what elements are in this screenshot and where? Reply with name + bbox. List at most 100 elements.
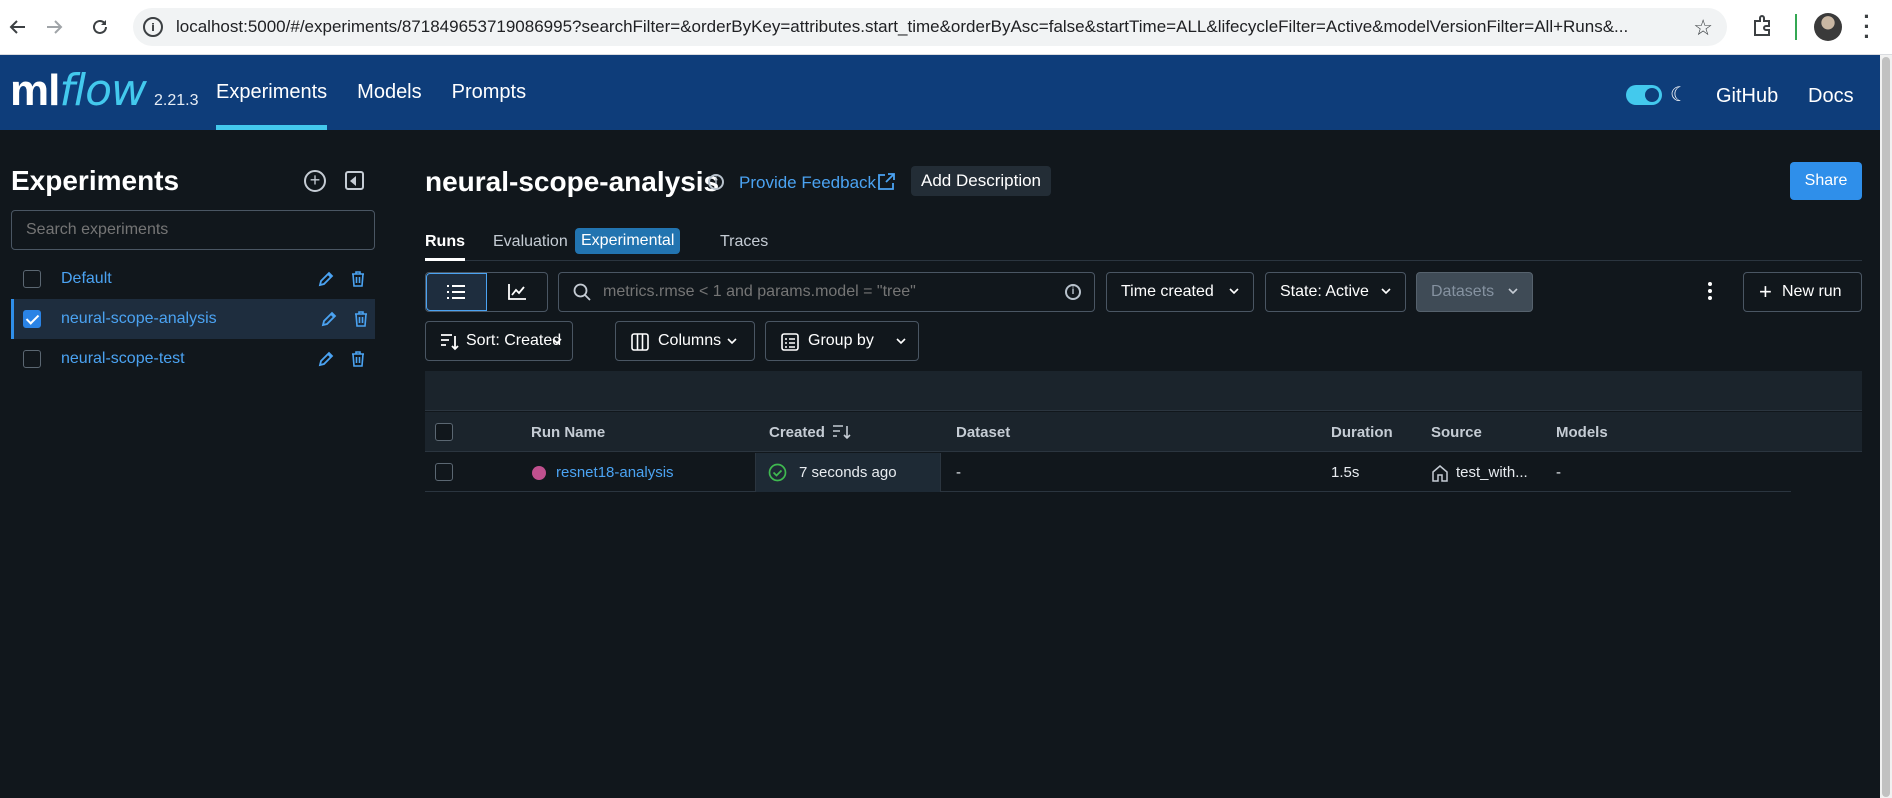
sidebar-item-default[interactable]: Default — [11, 259, 375, 299]
mlflow-logo[interactable]: ml flow 2.21.3 — [10, 65, 198, 116]
tab-evaluation[interactable]: Evaluation — [493, 233, 568, 261]
header-duration[interactable]: Duration — [1331, 424, 1393, 441]
edit-pencil-icon[interactable] — [316, 269, 336, 289]
page-scrollbar[interactable] — [1880, 55, 1892, 798]
scrollbar-thumb[interactable] — [1882, 57, 1890, 797]
share-button[interactable]: Share — [1790, 162, 1862, 200]
nav-models[interactable]: Models — [357, 55, 421, 130]
experiment-tabs: Runs Evaluation Experimental Traces — [425, 227, 1862, 261]
docs-link[interactable]: Docs — [1808, 85, 1854, 108]
created-time[interactable]: 7 seconds ago — [799, 464, 897, 481]
dropdown-label: State: Active — [1280, 283, 1369, 300]
run-color-dot[interactable] — [532, 466, 546, 480]
table-view-button[interactable] — [426, 273, 487, 311]
sort-icon — [441, 334, 459, 351]
main-content: neural-scope-analysis i Provide Feedback… — [425, 130, 1880, 798]
new-run-button[interactable]: + New run — [1743, 272, 1862, 312]
extensions-icon[interactable] — [1749, 13, 1775, 39]
columns-dropdown[interactable]: Columns — [615, 321, 755, 361]
url-text[interactable]: localhost:5000/#/experiments/87184965371… — [176, 17, 1666, 37]
dropdown-label: Time created — [1121, 283, 1214, 300]
source-cell[interactable]: test_with... — [1456, 464, 1528, 481]
datasets-dropdown[interactable]: Datasets — [1416, 272, 1533, 312]
group-icon — [781, 333, 799, 351]
header-models[interactable]: Models — [1556, 424, 1608, 441]
tab-runs[interactable]: Runs — [425, 233, 465, 261]
chart-view-button[interactable] — [487, 273, 547, 311]
sidebar-item-neural-scope-test[interactable]: neural-scope-test — [11, 339, 375, 379]
github-link[interactable]: GitHub — [1716, 85, 1778, 108]
search-experiments-input[interactable] — [11, 210, 375, 250]
sort-desc-icon[interactable] — [832, 424, 852, 440]
page-title: neural-scope-analysis — [425, 166, 720, 197]
table-group-header — [425, 371, 1862, 411]
nav-experiments[interactable]: Experiments — [216, 55, 328, 130]
info-icon[interactable]: i — [708, 174, 724, 190]
create-experiment-icon[interactable]: + — [304, 170, 326, 192]
logo-flow: flow — [59, 65, 147, 116]
version-label: 2.21.3 — [153, 92, 199, 109]
collapse-sidebar-icon[interactable] — [345, 171, 364, 190]
experiment-checkbox[interactable] — [23, 310, 41, 328]
sort-label: Sort: Created — [466, 332, 562, 349]
tab-traces[interactable]: Traces — [720, 233, 768, 261]
edit-pencil-icon[interactable] — [319, 309, 339, 329]
delete-trash-icon[interactable] — [348, 349, 368, 369]
delete-trash-icon[interactable] — [348, 269, 368, 289]
header-run-name[interactable]: Run Name — [531, 424, 605, 441]
logo-ml: ml — [10, 66, 60, 115]
sidebar-title: Experiments — [11, 165, 180, 196]
row-checkbox[interactable] — [435, 463, 453, 481]
dark-mode-toggle[interactable] — [1626, 85, 1662, 105]
header-source[interactable]: Source — [1431, 424, 1482, 441]
app-header: ml flow 2.21.3 Experiments Models Prompt… — [0, 55, 1880, 130]
profile-avatar[interactable] — [1814, 13, 1842, 41]
external-link-icon[interactable] — [876, 172, 896, 192]
bookmark-star-icon[interactable]: ☆ — [1693, 15, 1713, 41]
group-by-dropdown[interactable]: Group by — [765, 321, 919, 361]
nav-prompts[interactable]: Prompts — [452, 55, 526, 130]
chevron-down-icon — [1508, 288, 1518, 295]
sidebar-item-label[interactable]: neural-scope-test — [61, 350, 185, 368]
divider — [1795, 14, 1797, 40]
experiment-checkbox[interactable] — [23, 270, 41, 288]
new-run-label: New run — [1782, 283, 1842, 300]
state-filter-dropdown[interactable]: State: Active — [1265, 272, 1406, 312]
moon-icon: ☾ — [1670, 84, 1688, 106]
add-description-button[interactable]: Add Description — [911, 166, 1052, 196]
forward-icon[interactable] — [36, 9, 72, 45]
run-name-link[interactable]: resnet18-analysis — [556, 464, 674, 481]
more-options-icon[interactable] — [1707, 281, 1713, 301]
experiment-checkbox[interactable] — [23, 350, 41, 368]
reload-icon[interactable] — [82, 9, 118, 45]
list-icon — [447, 285, 466, 299]
sort-dropdown[interactable]: Sort: Created — [425, 321, 573, 361]
top-nav: Experiments Models Prompts — [216, 55, 556, 130]
experimental-badge: Experimental — [575, 228, 681, 254]
search-info-icon[interactable]: i — [1065, 284, 1081, 300]
notebook-source-icon — [1432, 465, 1448, 482]
select-all-checkbox[interactable] — [435, 423, 453, 441]
sidebar-item-label[interactable]: neural-scope-analysis — [61, 310, 217, 328]
delete-trash-icon[interactable] — [351, 309, 371, 329]
browser-menu-icon[interactable]: · · · — [1862, 6, 1872, 48]
table-header: Run Name Created Dataset Duration Source… — [425, 412, 1862, 452]
chevron-down-icon — [1229, 288, 1239, 295]
header-created[interactable]: Created — [769, 424, 825, 441]
plus-icon: + — [1759, 279, 1772, 304]
models-cell: - — [1556, 464, 1561, 481]
site-info-icon[interactable]: i — [143, 17, 163, 37]
columns-label: Columns — [658, 332, 722, 349]
edit-pencil-icon[interactable] — [316, 349, 336, 369]
provide-feedback-link[interactable]: Provide Feedback — [739, 173, 876, 193]
chevron-down-icon — [1381, 288, 1391, 295]
back-icon[interactable] — [0, 9, 36, 45]
runs-search-input[interactable] — [603, 281, 1043, 303]
experiments-sidebar: Experiments + Default neural-scope-analy… — [0, 130, 380, 798]
address-bar[interactable]: i localhost:5000/#/experiments/871849653… — [133, 8, 1727, 46]
sidebar-item-neural-scope-analysis[interactable]: neural-scope-analysis — [11, 299, 375, 339]
time-created-dropdown[interactable]: Time created — [1106, 272, 1254, 312]
group-by-label: Group by — [808, 332, 874, 349]
header-dataset[interactable]: Dataset — [956, 424, 1010, 441]
sidebar-item-label[interactable]: Default — [61, 270, 112, 288]
